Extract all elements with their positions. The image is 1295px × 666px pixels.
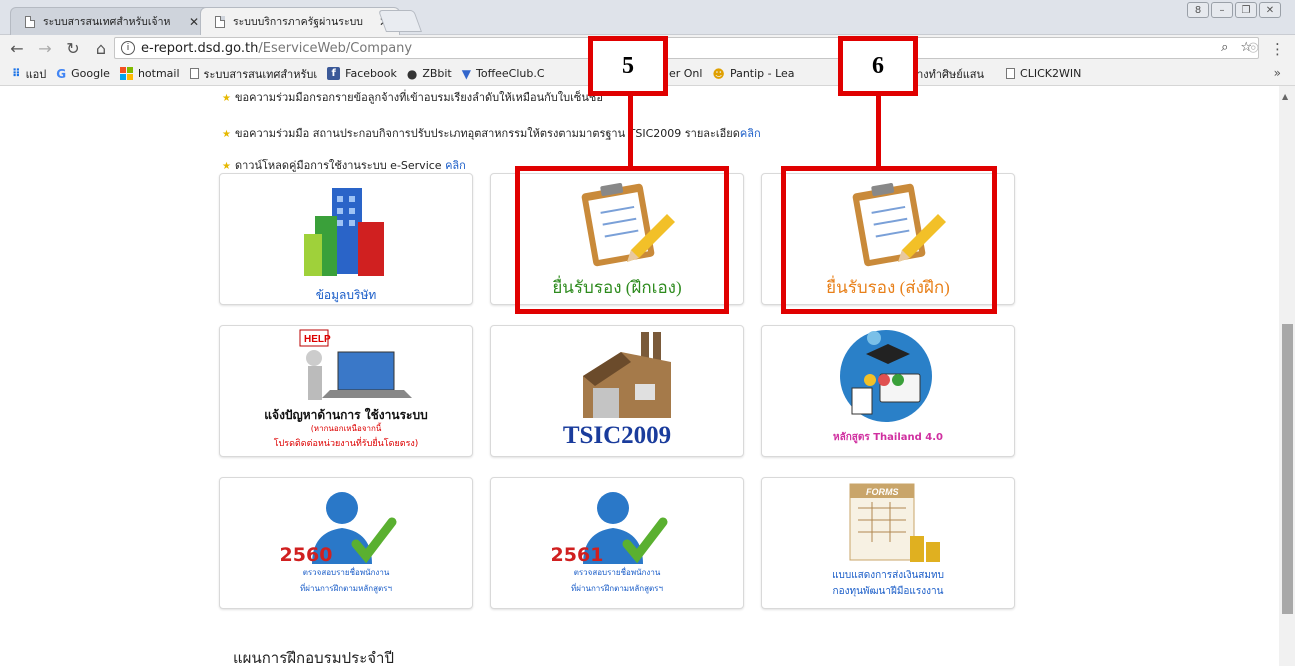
help-sign-text: HELP bbox=[304, 334, 331, 345]
more-bookmarks-icon[interactable]: » bbox=[1274, 66, 1281, 80]
browser-window: { "tabs": [ {"title": "ระบบสารสนเทศสำหรั… bbox=[0, 0, 1295, 666]
card-line1: ตรวจสอบรายชื่อพนักงาน bbox=[573, 568, 661, 577]
bookmark-label: แอป bbox=[25, 67, 47, 81]
card-company-info[interactable]: ข้อมูลบริษัท bbox=[219, 173, 473, 305]
home-icon[interactable]: ⌂ bbox=[90, 39, 112, 58]
bookmark-toffee[interactable]: ▼ ToffeeClub.C bbox=[462, 67, 545, 81]
minimize-icon[interactable]: – bbox=[1211, 2, 1233, 18]
card-tsic2009[interactable]: TSIC2009 bbox=[490, 325, 744, 457]
tab-2[interactable]: ระบบบริการภาครัฐผ่านระบบ ✕ bbox=[200, 7, 401, 35]
notice-2: ★ ขอความร่วมมือ สถานประกอบกิจการปรับประเภ… bbox=[222, 124, 761, 142]
card-label: หลักสูตร Thailand 4.0 bbox=[833, 432, 943, 443]
card-report-problem[interactable]: HELP แจ้งปัญหาด้านการ ใช้งานระบบ (หากนอก… bbox=[219, 325, 473, 457]
tab-title: ระบบสารสนเทศสำหรับเจ้าห bbox=[43, 16, 171, 28]
vertical-scrollbar[interactable]: ▲ bbox=[1279, 86, 1295, 666]
connector-line-6 bbox=[876, 94, 881, 168]
menu-icon[interactable]: ⋮ bbox=[1270, 40, 1285, 58]
forward-icon[interactable]: → bbox=[34, 39, 56, 58]
highlight-box-6 bbox=[781, 166, 997, 314]
connector-line-5 bbox=[628, 94, 633, 168]
card-label: TSIC2009 bbox=[562, 422, 672, 449]
card-line1: ตรวจสอบรายชื่อพนักงาน bbox=[302, 568, 390, 577]
google-icon: G bbox=[56, 66, 67, 81]
reload-icon[interactable]: ↻ bbox=[62, 39, 84, 58]
tab-1[interactable]: ระบบสารสนเทศสำหรับเจ้าห ✕ bbox=[10, 7, 211, 35]
card-note: (หากนอกเหนือจากนี้ bbox=[310, 424, 382, 433]
card-line2: ที่ผ่านการฝึกตามหลักสูตรฯ bbox=[300, 584, 392, 593]
card-contribution-forms[interactable]: FORMS แบบแสดงการส่งเงินสมทบ กองทุนพัฒนาฝ… bbox=[761, 477, 1015, 609]
forms-badge-text: FORMS bbox=[866, 487, 899, 497]
zbbit-icon: ● bbox=[406, 66, 418, 81]
bookmark-pantip[interactable]: ☻ Pantip - Lea bbox=[712, 67, 794, 81]
card-line1: แบบแสดงการส่งเงินสมทบ bbox=[832, 570, 944, 581]
star-icon: ★ bbox=[222, 161, 231, 172]
scroll-up-icon[interactable]: ▲ bbox=[1282, 92, 1288, 101]
user-icon[interactable]: 8 bbox=[1187, 2, 1209, 18]
manual-download-link[interactable]: คลิก bbox=[445, 159, 466, 172]
restore-icon[interactable]: ❐ bbox=[1235, 2, 1257, 18]
bookmark-label: ToffeeClub.C bbox=[475, 67, 545, 80]
page-icon bbox=[25, 15, 35, 28]
bookmark-info-system[interactable]: ระบบสารสนเทศสำหรับเ bbox=[189, 65, 318, 83]
close-window-icon[interactable]: ✕ bbox=[1259, 2, 1281, 18]
bookmark-label: Pantip - Lea bbox=[729, 67, 795, 80]
doc-icon bbox=[1006, 68, 1016, 79]
address-bar[interactable]: i e-report.dsd.go.th/EserviceWeb/Company… bbox=[114, 37, 1259, 59]
card-thailand40-course[interactable]: หลักสูตร Thailand 4.0 bbox=[761, 325, 1015, 457]
star-icon: ★ bbox=[222, 93, 231, 104]
apps-icon: ⠿ bbox=[12, 67, 21, 80]
microsoft-icon bbox=[119, 67, 133, 80]
bookmark-click2win[interactable]: CLICK2WIN bbox=[1006, 67, 1081, 80]
scroll-thumb[interactable] bbox=[1282, 324, 1293, 614]
notice-link[interactable]: คลิก bbox=[740, 127, 761, 140]
bookmark-label: Google bbox=[71, 67, 110, 80]
bookmark-zbbit[interactable]: ● ZBbit bbox=[407, 67, 452, 81]
annotation-label-6: 6 bbox=[838, 36, 918, 96]
zoom-icon[interactable]: ⌕ bbox=[1221, 40, 1228, 55]
bookmark-label: Facebook bbox=[345, 67, 397, 80]
extension-icon[interactable]: ◎ bbox=[1248, 40, 1259, 55]
facebook-icon: f bbox=[327, 67, 341, 80]
new-tab-button[interactable] bbox=[377, 10, 423, 32]
toffee-icon: ▼ bbox=[461, 66, 471, 81]
bookmark-apps[interactable]: ⠿ แอป bbox=[0, 65, 46, 83]
close-tab-icon[interactable]: ✕ bbox=[189, 15, 199, 29]
year-label: 2561 bbox=[550, 544, 604, 566]
page-icon bbox=[215, 15, 225, 28]
doc-icon bbox=[189, 68, 199, 79]
section-title: แผนการฝึกอบรมประจำปี bbox=[233, 649, 394, 666]
notice-text: ขอความร่วมมือกรอกรายข้อลูกจ้างที่เข้าอบร… bbox=[234, 91, 603, 104]
bookmark-hotmail[interactable]: hotmail bbox=[119, 67, 180, 80]
bookmark-facebook[interactable]: f Facebook bbox=[327, 67, 397, 80]
notice-1: ★ ขอความร่วมมือกรอกรายข้อลูกจ้างที่เข้าอบ… bbox=[222, 88, 603, 106]
card-line2: ที่ผ่านการฝึกตามหลักสูตรฯ bbox=[571, 584, 663, 593]
pantip-icon: ☻ bbox=[712, 66, 725, 81]
back-icon[interactable]: ← bbox=[6, 39, 28, 58]
bookmark-google[interactable]: G Google bbox=[56, 67, 110, 81]
card-check-2561[interactable]: 2561 ตรวจสอบรายชื่อพนักงาน ที่ผ่านการฝึก… bbox=[490, 477, 744, 609]
notice-text: ดาวน์โหลดคู่มือการใช้งานระบบ e-Service bbox=[234, 159, 442, 172]
window-controls: 8 – ❐ ✕ bbox=[1187, 2, 1281, 18]
card-note: โปรดติดต่อหน่วยงานที่รับยื่นโดยตรง) bbox=[273, 439, 419, 449]
highlight-box-5 bbox=[515, 166, 729, 314]
card-check-2560[interactable]: 2560 ตรวจสอบรายชื่อพนักงาน ที่ผ่านการฝึก… bbox=[219, 477, 473, 609]
card-line2: กองทุนพัฒนาฝีมือแรงงาน bbox=[832, 586, 944, 597]
bookmark-label: ZBbit bbox=[422, 67, 452, 80]
url-path: /EserviceWeb/Company bbox=[258, 40, 413, 56]
url-host: e-report.dsd.go.th bbox=[141, 40, 259, 56]
bookmark-label: ระบบสารสนเทศสำหรับเ bbox=[203, 67, 318, 81]
info-icon[interactable]: i bbox=[121, 41, 135, 55]
notice-text: ขอความร่วมมือ สถานประกอบกิจการปรับประเภท… bbox=[234, 127, 740, 140]
bookmark-label: hotmail bbox=[137, 67, 180, 80]
annotation-label-5: 5 bbox=[588, 36, 668, 96]
card-label: ข้อมูลบริษัท bbox=[315, 288, 377, 302]
bookmark-label: CLICK2WIN bbox=[1020, 67, 1082, 80]
star-icon: ★ bbox=[222, 129, 231, 140]
tab-strip: ระบบสารสนเทศสำหรับเจ้าห ✕ ระบบบริการภาคร… bbox=[0, 0, 1295, 35]
notice-3: ★ ดาวน์โหลดคู่มือการใช้งานระบบ e-Service … bbox=[222, 156, 466, 174]
tab-title: ระบบบริการภาครัฐผ่านระบบ bbox=[233, 16, 363, 28]
